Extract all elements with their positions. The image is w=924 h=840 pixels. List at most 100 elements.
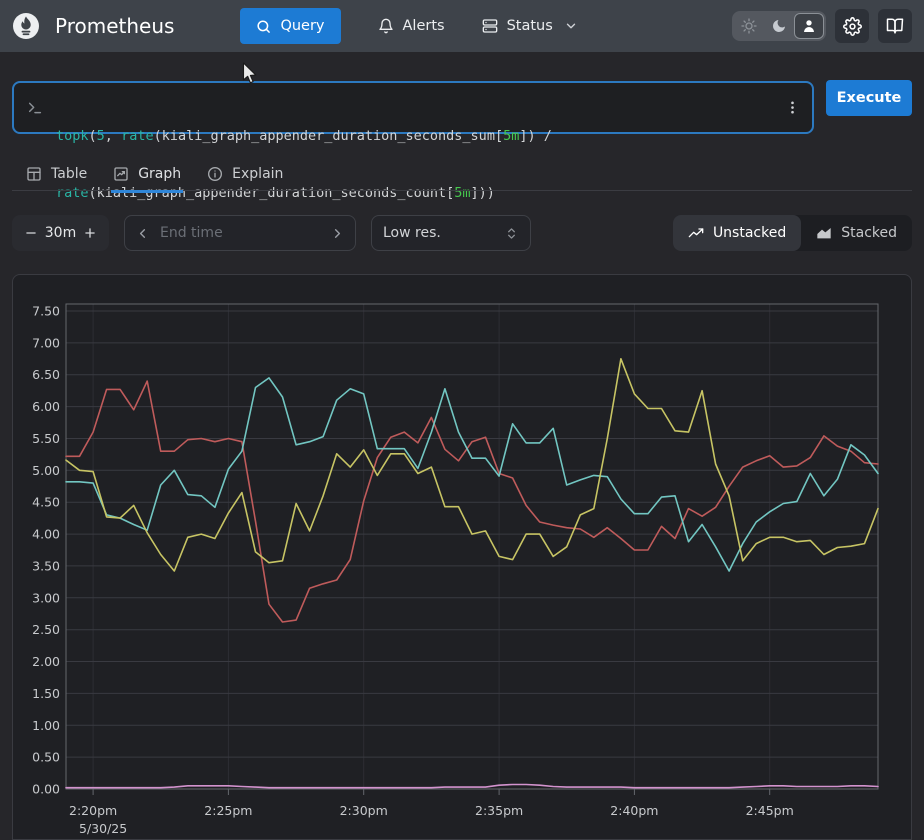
- stacked-button[interactable]: Stacked: [801, 215, 912, 251]
- brand[interactable]: Prometheus: [12, 12, 174, 40]
- query-token: (kiali_graph_appender_duration_seconds_s…: [154, 128, 504, 144]
- dark-theme-button[interactable]: [764, 13, 794, 39]
- y-tick-label: 3.00: [32, 590, 60, 605]
- y-tick-label: 5.50: [32, 431, 60, 446]
- nav-query-button[interactable]: Query: [240, 8, 340, 44]
- y-tick-label: 1.00: [32, 718, 60, 733]
- series-line-red: [66, 381, 878, 622]
- book-icon: [886, 17, 904, 35]
- range-value[interactable]: 30m: [45, 225, 76, 241]
- x-axis-date-label: 5/30/25: [79, 821, 127, 836]
- search-icon: [256, 19, 271, 34]
- query-token: (: [89, 128, 97, 144]
- x-tick-label: 2:25pm: [204, 803, 252, 818]
- navbar: Prometheus Query Alerts: [0, 0, 924, 52]
- x-tick-label: 2:35pm: [475, 803, 523, 818]
- query-token: topk: [56, 128, 89, 144]
- bell-icon: [378, 18, 394, 34]
- end-time-input[interactable]: End time: [124, 215, 356, 251]
- docs-button[interactable]: [878, 9, 912, 43]
- user-icon: [801, 18, 817, 34]
- resolution-select[interactable]: Low res.: [371, 215, 531, 251]
- stacked-label: Stacked: [841, 225, 897, 241]
- chart-icon: [113, 166, 129, 182]
- auto-theme-button[interactable]: [794, 13, 824, 39]
- tab-explain[interactable]: Explain: [205, 157, 285, 193]
- stacking-toggle: Unstacked Stacked: [673, 215, 912, 251]
- select-chevrons-icon: [504, 226, 519, 241]
- nav-query-label: Query: [280, 18, 324, 34]
- series-line-yellow: [66, 359, 878, 571]
- prometheus-logo-icon: [12, 12, 40, 40]
- info-circle-icon: [207, 166, 223, 182]
- x-tick-label: 2:20pm: [69, 803, 117, 818]
- y-tick-label: 7.50: [32, 304, 60, 319]
- settings-button[interactable]: [835, 9, 869, 43]
- chevron-down-icon: [564, 19, 578, 33]
- series-line-pink: [66, 785, 878, 788]
- y-tick-label: 2.00: [32, 654, 60, 669]
- tab-graph-label: Graph: [138, 166, 181, 182]
- y-tick-label: 5.00: [32, 463, 60, 478]
- tab-explain-label: Explain: [232, 166, 283, 182]
- minus-icon: [24, 226, 38, 240]
- plus-icon: [83, 226, 97, 240]
- end-time-placeholder: End time: [160, 225, 223, 241]
- query-token: ,: [105, 128, 121, 144]
- gear-icon: [843, 17, 862, 36]
- table-icon: [26, 166, 42, 182]
- plot-frame: [66, 304, 878, 789]
- time-series-chart[interactable]: 2:20pm 2:25pm 2:30pm 2:35pm 2:40pm 2:45pm 0.00…: [13, 275, 911, 839]
- query-token: 5: [97, 128, 105, 144]
- nav-status[interactable]: Status: [482, 18, 578, 34]
- nav-alerts-label: Alerts: [403, 18, 445, 34]
- query-token: 5m: [503, 128, 519, 144]
- chevron-left-icon[interactable]: [135, 226, 150, 241]
- unstacked-button[interactable]: Unstacked: [673, 215, 801, 251]
- trend-up-icon: [688, 225, 704, 241]
- y-tick-label: 0.50: [32, 750, 60, 765]
- y-tick-label: 6.50: [32, 367, 60, 382]
- tab-graph[interactable]: Graph: [111, 157, 183, 193]
- range-selector: 30m: [12, 215, 109, 251]
- light-theme-button[interactable]: [734, 13, 764, 39]
- y-tick-label: 7.00: [32, 335, 60, 350]
- x-tick-label: 2:40pm: [610, 803, 658, 818]
- query-expression-code[interactable]: topk(5, rate(kiali_graph_appender_durati…: [56, 83, 552, 132]
- y-tick-label: 1.50: [32, 686, 60, 701]
- theme-toggle: [732, 11, 826, 41]
- graph-controls: 30m End time Low res.: [12, 215, 912, 251]
- query-expression-line-1: topk(5, rate(kiali_graph_appender_durati…: [56, 127, 552, 146]
- y-tick-label: 4.00: [32, 527, 60, 542]
- server-icon: [482, 18, 498, 34]
- y-tick-label: 4.50: [32, 495, 60, 510]
- tab-table-label: Table: [51, 166, 87, 182]
- query-token: rate: [121, 128, 154, 144]
- kebab-menu-icon[interactable]: [773, 99, 812, 116]
- x-tick-label: 2:30pm: [340, 803, 388, 818]
- y-tick-label: 2.50: [32, 622, 60, 637]
- execute-button[interactable]: Execute: [826, 80, 912, 116]
- navbar-right-actions: [732, 9, 912, 43]
- query-expression-input[interactable]: topk(5, rate(kiali_graph_appender_durati…: [12, 81, 814, 134]
- resolution-value: Low res.: [383, 225, 441, 241]
- query-token: ]) /: [519, 128, 552, 144]
- y-tick-label: 6.00: [32, 399, 60, 414]
- graph-panel: 2:20pm 2:25pm 2:30pm 2:35pm 2:40pm 2:45pm 0.00…: [12, 274, 912, 840]
- moon-icon: [771, 18, 787, 34]
- nav-status-label: Status: [507, 18, 553, 34]
- chevron-right-icon[interactable]: [330, 226, 345, 241]
- y-tick-label: 0.00: [32, 782, 60, 797]
- nav-alerts[interactable]: Alerts: [378, 18, 445, 34]
- unstacked-label: Unstacked: [713, 225, 786, 241]
- x-tick-label: 2:45pm: [746, 803, 794, 818]
- increase-range-button[interactable]: [81, 224, 99, 242]
- app-title: Prometheus: [55, 14, 174, 38]
- sun-icon: [741, 18, 757, 34]
- main-nav: Query Alerts Status: [240, 8, 577, 44]
- area-chart-icon: [816, 225, 832, 241]
- tab-table[interactable]: Table: [24, 157, 89, 193]
- result-view-tabs: Table Graph Explain: [12, 157, 912, 191]
- decrease-range-button[interactable]: [22, 224, 40, 242]
- y-tick-label: 3.50: [32, 558, 60, 573]
